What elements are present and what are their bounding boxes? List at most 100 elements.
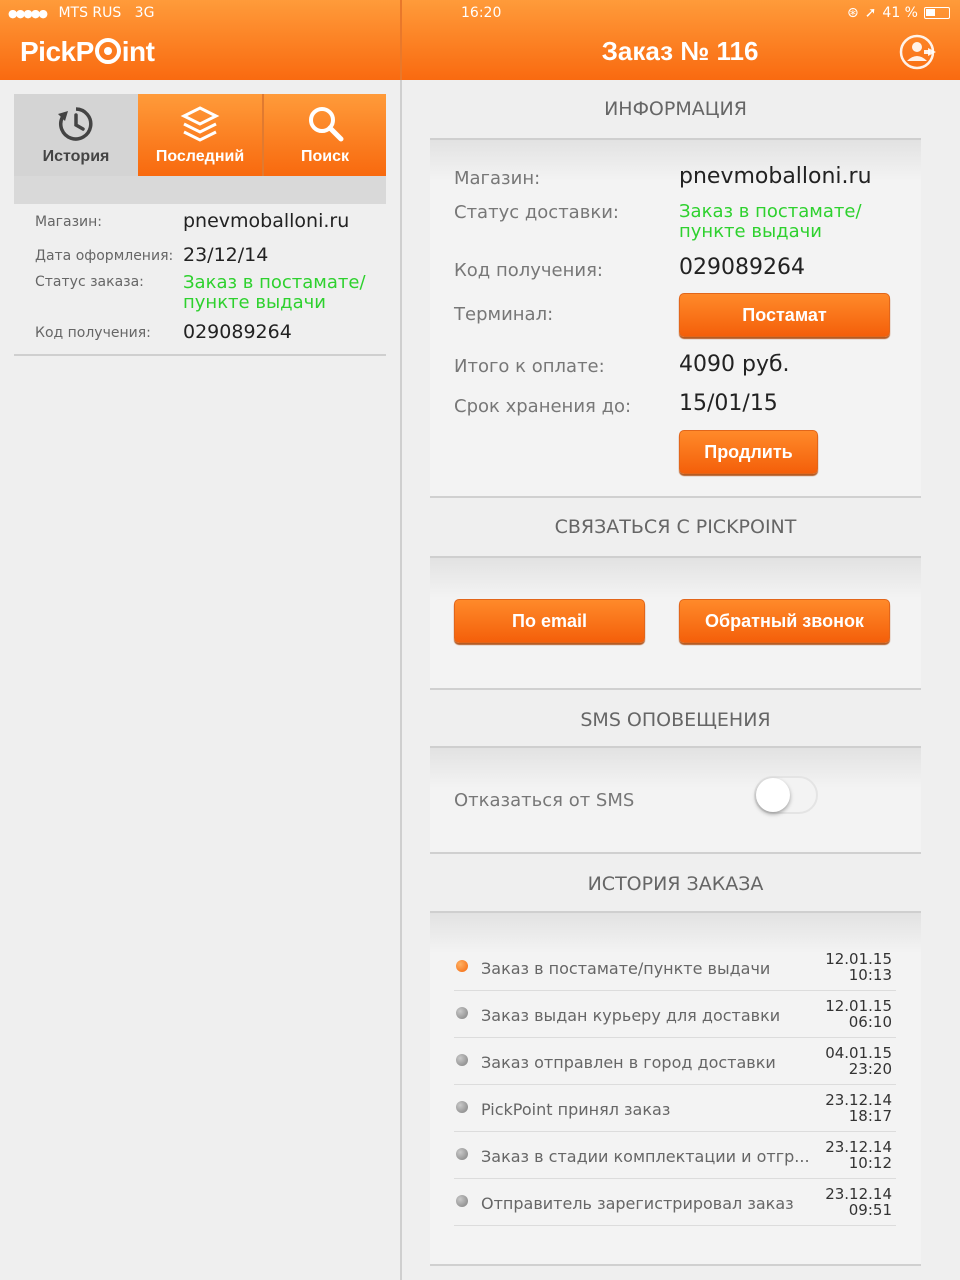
left-pane: История Последний Поиск Магазин: pnevmob… — [0, 80, 400, 1280]
terminal-button[interactable]: Постамат — [679, 293, 890, 337]
info-status-line1: Заказ в постамате/ — [679, 201, 862, 222]
order-summary-card[interactable]: Магазин: pnevmoballoni.ru Дата оформлени… — [14, 204, 386, 355]
contact-section: По email Обратный звонок — [430, 556, 921, 690]
order-code-row: Код получения: 029089264 — [14, 321, 386, 355]
logout-button[interactable] — [898, 33, 942, 71]
info-code-label: Код получения: — [454, 260, 603, 281]
order-date-label: Дата оформления: — [35, 248, 174, 264]
history-icon — [58, 107, 93, 141]
history-item-datetime: 12.01.15 06:10 — [825, 998, 892, 1030]
history-item-datetime: 23.12.14 18:17 — [825, 1092, 892, 1124]
history-item-text: Заказ в постамате/пункте выдачи — [481, 959, 771, 978]
sms-optout-toggle[interactable] — [754, 776, 818, 814]
tab-history-label: История — [42, 148, 110, 165]
history-item-time: 18:17 — [848, 1107, 892, 1125]
history-item-datetime: 04.01.15 23:20 — [825, 1045, 892, 1077]
info-total-label: Итого к оплате: — [454, 356, 605, 377]
history-item-time: 23:20 — [848, 1060, 892, 1078]
location-icon: ➚ — [864, 5, 877, 21]
info-status-line2: пункте выдачи — [679, 221, 822, 242]
history-item-text: Отправитель зарегистрировал заказ — [481, 1194, 794, 1213]
info-section: Магазин: pnevmoballoni.ru Статус доставк… — [430, 138, 921, 498]
status-bar: ●●●●● MTS RUS 3G 16:20 ⊛ ➚ 41 % — [0, 0, 960, 26]
history-item: Заказ отправлен в город доставки 04.01.1… — [454, 1038, 896, 1085]
info-total-value: 4090 руб. — [679, 352, 790, 377]
order-shop-label: Магазин: — [35, 214, 103, 230]
clock: 16:20 — [461, 5, 502, 21]
order-status-label: Статус заказа: — [35, 274, 144, 290]
layers-icon — [180, 106, 220, 142]
sms-heading: SMS ОПОВЕЩЕНИЯ — [580, 709, 771, 731]
history-item-time: 06:10 — [848, 1013, 892, 1031]
history-item-text: Заказ отправлен в город доставки — [481, 1053, 776, 1072]
history-item: Заказ в постамате/пункте выдачи 12.01.15… — [454, 944, 896, 991]
tab-search-label: Поиск — [300, 148, 349, 165]
topbar-divider — [400, 0, 402, 80]
history-item-time: 10:12 — [848, 1154, 892, 1172]
tab-history[interactable]: История — [14, 94, 138, 176]
tab-latest[interactable]: Последний — [138, 94, 262, 176]
history-item-time: 10:13 — [848, 966, 892, 984]
user-exit-icon — [899, 34, 936, 70]
history-item-datetime: 12.01.15 10:13 — [825, 951, 892, 983]
order-date-row: Дата оформления: 23/12/14 — [14, 238, 386, 272]
info-shop-value: pnevmoballoni.ru — [679, 164, 872, 189]
order-status-line1: Заказ в постамате/ — [183, 272, 366, 293]
status-right: ⊛ ➚ 41 % — [847, 5, 950, 21]
battery-icon — [924, 7, 950, 19]
info-heading: ИНФОРМАЦИЯ — [604, 98, 747, 120]
contact-heading: СВЯЗАТЬСЯ С PICKPOINT — [554, 516, 797, 538]
history-item-text: Заказ в стадии комплектации и отгр... — [481, 1147, 810, 1166]
order-status-value: Заказ в постамате/ пункте выдачи — [183, 273, 366, 313]
order-card-divider — [14, 354, 386, 356]
pane-divider — [400, 80, 402, 1280]
history-item-datetime: 23.12.14 09:51 — [825, 1186, 892, 1218]
tab-bar: История Последний Поиск — [14, 94, 386, 204]
order-shop-row: Магазин: pnevmoballoni.ru — [14, 204, 386, 238]
logo-text-end: int — [121, 36, 155, 67]
history-item-datetime: 23.12.14 10:12 — [825, 1139, 892, 1171]
current-status-dot-icon — [456, 960, 468, 972]
carrier-name: MTS RUS — [58, 5, 122, 21]
history-item: Заказ выдан курьеру для доставки 12.01.1… — [454, 991, 896, 1038]
history-item-text: Заказ выдан курьеру для доставки — [481, 1006, 781, 1025]
pickpoint-logo: PickP int — [20, 36, 155, 68]
page-title: Заказ № 116 — [601, 36, 759, 66]
sms-optout-label: Отказаться от SMS — [454, 790, 635, 811]
status-dot-icon — [456, 1101, 468, 1113]
order-status-line2: пункте выдачи — [183, 292, 326, 313]
order-code-value: 029089264 — [183, 321, 292, 343]
history-heading: ИСТОРИЯ ЗАКАЗА — [587, 873, 764, 895]
rotation-lock-icon: ⊛ — [846, 5, 859, 21]
callback-button[interactable]: Обратный звонок — [679, 599, 890, 643]
order-date-value: 23/12/14 — [183, 244, 269, 266]
order-code-label: Код получения: — [35, 325, 151, 341]
extend-button[interactable]: Продлить — [679, 430, 818, 474]
logo-ring-icon — [94, 38, 121, 64]
top-bar: ●●●●● MTS RUS 3G 16:20 ⊛ ➚ 41 % PickP int… — [0, 0, 960, 80]
status-dot-icon — [456, 1195, 468, 1207]
tab-search[interactable]: Поиск — [264, 94, 386, 176]
info-shop-label: Магазин: — [454, 168, 541, 189]
carrier-info: ●●●●● MTS RUS 3G — [8, 5, 154, 21]
toggle-knob — [756, 778, 790, 812]
status-dot-icon — [456, 1007, 468, 1019]
network-type: 3G — [134, 5, 155, 21]
search-icon — [309, 107, 344, 142]
logo-text-start: PickP — [20, 36, 94, 67]
info-storage-value: 15/01/15 — [679, 391, 778, 416]
order-shop-value: pnevmoballoni.ru — [183, 210, 350, 232]
signal-icon: ●●●●● — [8, 7, 48, 20]
info-code-value: 029089264 — [679, 255, 805, 280]
history-item-text: PickPoint принял заказ — [481, 1100, 671, 1119]
info-status-value: Заказ в постамате/ пункте выдачи — [679, 202, 862, 242]
history-item: Отправитель зарегистрировал заказ 23.12.… — [454, 1179, 896, 1226]
info-status-label: Статус доставки: — [454, 202, 619, 223]
status-dot-icon — [456, 1054, 468, 1066]
tab-latest-label: Последний — [155, 148, 245, 165]
status-dot-icon — [456, 1148, 468, 1160]
history-item: Заказ в стадии комплектации и отгр... 23… — [454, 1132, 896, 1179]
history-section: Заказ в постамате/пункте выдачи 12.01.15… — [430, 911, 921, 1266]
battery-percent: 41 % — [882, 5, 918, 21]
email-button[interactable]: По email — [454, 599, 645, 643]
